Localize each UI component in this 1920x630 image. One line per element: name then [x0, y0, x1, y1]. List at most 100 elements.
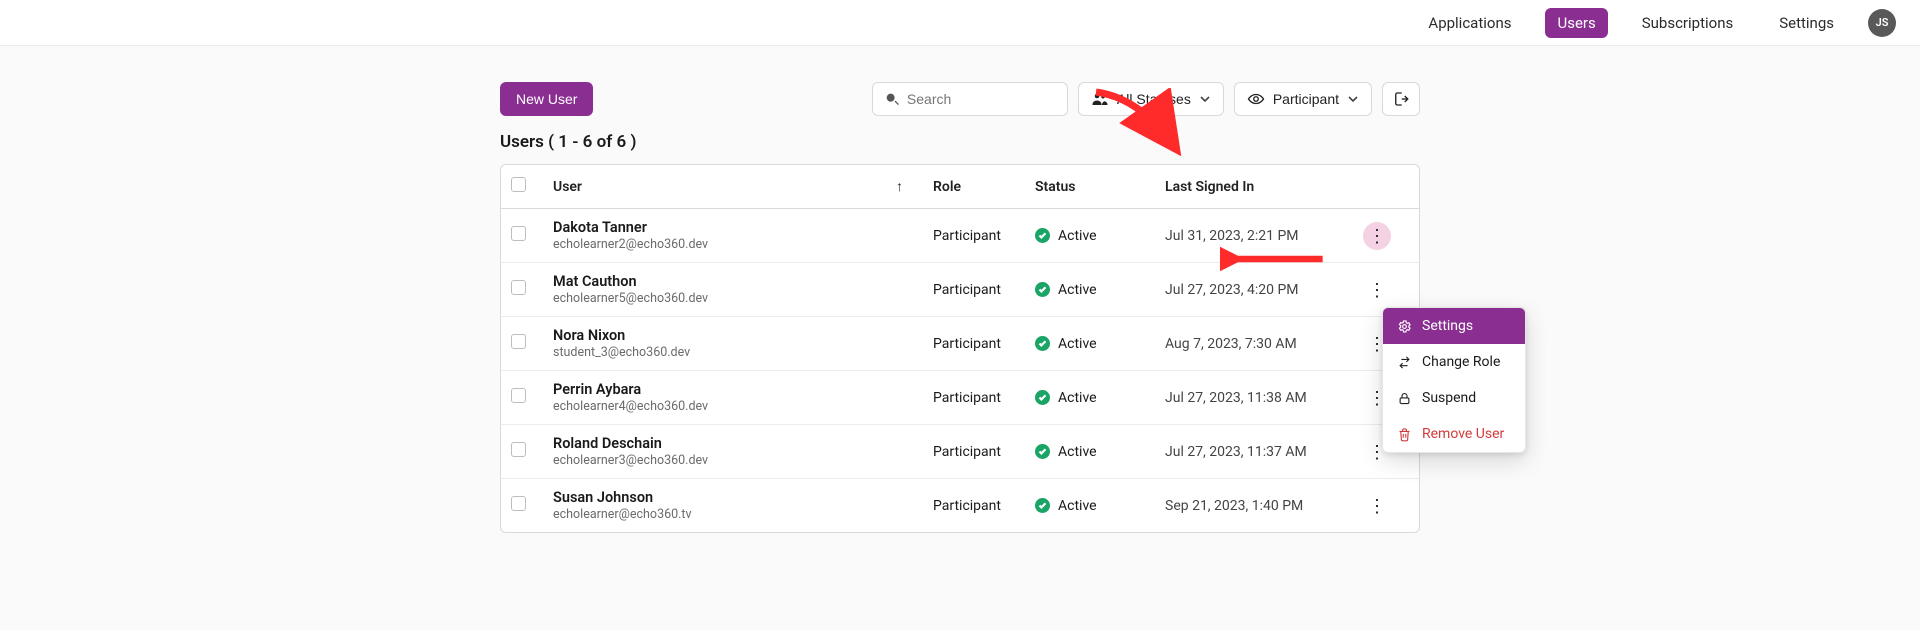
row-context-menu: Settings Change Role Suspend Remove User [1382, 307, 1526, 453]
row-checkbox-cell[interactable] [501, 371, 543, 425]
user-email: echolearner@echo360.tv [553, 507, 913, 522]
role-cell: Participant [923, 263, 1025, 317]
user-name: Susan Johnson [553, 489, 913, 506]
user-name: Mat Cauthon [553, 273, 913, 290]
user-name: Perrin Aybara [553, 381, 913, 398]
nav-settings[interactable]: Settings [1767, 8, 1846, 38]
gear-icon [1397, 319, 1412, 334]
user-email: student_3@echo360.dev [553, 345, 913, 360]
status-text: Active [1058, 282, 1097, 298]
status-active-icon [1035, 282, 1050, 297]
user-cell[interactable]: Roland Deschainecholearner3@echo360.dev [553, 435, 913, 468]
table-row: Perrin Aybaraecholearner4@echo360.dev Par… [501, 371, 1419, 425]
status-filter-button[interactable]: All Statuses [1078, 82, 1224, 116]
header-role[interactable]: Role [923, 165, 1025, 209]
status-text: Active [1058, 336, 1097, 352]
role-cell: Participant [923, 479, 1025, 532]
role-filter-label: Participant [1273, 91, 1339, 107]
status-cell: Active [1035, 336, 1145, 352]
page: New User All Statuses Participant Us [0, 46, 1920, 630]
user-email: echolearner4@echo360.dev [553, 399, 913, 414]
lock-icon [1397, 391, 1412, 406]
kebab-icon: ⋮ [1368, 281, 1386, 299]
status-cell: Active [1035, 444, 1145, 460]
role-cell: Participant [923, 371, 1025, 425]
row-actions-button[interactable]: ⋮ [1363, 222, 1391, 250]
user-email: echolearner5@echo360.dev [553, 291, 913, 306]
checkbox-icon [511, 280, 526, 295]
user-email: echolearner3@echo360.dev [553, 453, 913, 468]
row-actions-button[interactable]: ⋮ [1363, 276, 1391, 304]
row-checkbox-cell[interactable] [501, 263, 543, 317]
header-actions [1353, 165, 1419, 209]
status-text: Active [1058, 444, 1097, 460]
user-cell[interactable]: Perrin Aybaraecholearner4@echo360.dev [553, 381, 913, 414]
header-select-all[interactable] [501, 165, 543, 209]
header-status[interactable]: Status [1025, 165, 1155, 209]
status-cell: Active [1035, 498, 1145, 514]
last-signed-in-cell: Jul 31, 2023, 2:21 PM [1155, 209, 1353, 263]
people-icon [1091, 90, 1109, 108]
status-text: Active [1058, 390, 1097, 406]
status-active-icon [1035, 390, 1050, 405]
table-row: Susan Johnsonecholearner@echo360.tv Parti… [501, 479, 1419, 532]
row-checkbox-cell[interactable] [501, 209, 543, 263]
results-count: Users ( 1 - 6 of 6 ) [500, 132, 1420, 152]
menu-item-suspend[interactable]: Suspend [1383, 380, 1525, 416]
user-cell[interactable]: Mat Cauthonecholearner5@echo360.dev [553, 273, 913, 306]
table-row: Nora Nixonstudent_3@echo360.dev Participa… [501, 317, 1419, 371]
nav-subscriptions[interactable]: Subscriptions [1630, 8, 1745, 38]
export-icon [1392, 90, 1410, 108]
table-row: Dakota Tannerecholearner2@echo360.dev Par… [501, 209, 1419, 263]
users-table: User ↑ Role Status Last Signed In Dakota… [500, 164, 1420, 533]
header-user[interactable]: User ↑ [543, 165, 923, 209]
user-cell[interactable]: Susan Johnsonecholearner@echo360.tv [553, 489, 913, 522]
row-checkbox-cell[interactable] [501, 479, 543, 532]
status-active-icon [1035, 336, 1050, 351]
status-active-icon [1035, 444, 1050, 459]
last-signed-in-cell: Jul 27, 2023, 11:38 AM [1155, 371, 1353, 425]
role-cell: Participant [923, 209, 1025, 263]
kebab-icon: ⋮ [1368, 497, 1386, 515]
nav-users[interactable]: Users [1545, 8, 1607, 38]
avatar[interactable]: JS [1868, 9, 1896, 37]
sort-asc-icon: ↑ [896, 178, 903, 195]
user-cell[interactable]: Nora Nixonstudent_3@echo360.dev [553, 327, 913, 360]
row-checkbox-cell[interactable] [501, 425, 543, 479]
checkbox-icon [511, 442, 526, 457]
export-button[interactable] [1382, 82, 1420, 116]
chevron-down-icon [1347, 93, 1359, 105]
eye-icon [1247, 90, 1265, 108]
new-user-button[interactable]: New User [500, 82, 593, 116]
search-input[interactable] [872, 82, 1068, 116]
role-cell: Participant [923, 317, 1025, 371]
status-active-icon [1035, 228, 1050, 243]
search-wrapper [872, 82, 1068, 116]
header-last-signed-in[interactable]: Last Signed In [1155, 165, 1353, 209]
top-nav: Applications Users Subscriptions Setting… [0, 0, 1920, 46]
status-cell: Active [1035, 282, 1145, 298]
status-text: Active [1058, 498, 1097, 514]
user-name: Dakota Tanner [553, 219, 913, 236]
nav-applications[interactable]: Applications [1416, 8, 1523, 38]
checkbox-icon [511, 177, 526, 192]
user-cell[interactable]: Dakota Tannerecholearner2@echo360.dev [553, 219, 913, 252]
role-cell: Participant [923, 425, 1025, 479]
menu-item-change-role[interactable]: Change Role [1383, 344, 1525, 380]
last-signed-in-cell: Jul 27, 2023, 11:37 AM [1155, 425, 1353, 479]
menu-item-settings[interactable]: Settings [1383, 308, 1525, 344]
swap-icon [1397, 355, 1412, 370]
row-checkbox-cell[interactable] [501, 317, 543, 371]
checkbox-icon [511, 388, 526, 403]
last-signed-in-cell: Aug 7, 2023, 7:30 AM [1155, 317, 1353, 371]
row-actions-button[interactable]: ⋮ [1363, 492, 1391, 520]
status-filter-label: All Statuses [1117, 91, 1191, 107]
menu-item-remove-user[interactable]: Remove User [1383, 416, 1525, 452]
last-signed-in-cell: Sep 21, 2023, 1:40 PM [1155, 479, 1353, 532]
status-active-icon [1035, 498, 1050, 513]
user-name: Nora Nixon [553, 327, 913, 344]
checkbox-icon [511, 334, 526, 349]
user-email: echolearner2@echo360.dev [553, 237, 913, 252]
checkbox-icon [511, 496, 526, 511]
role-filter-button[interactable]: Participant [1234, 82, 1372, 116]
